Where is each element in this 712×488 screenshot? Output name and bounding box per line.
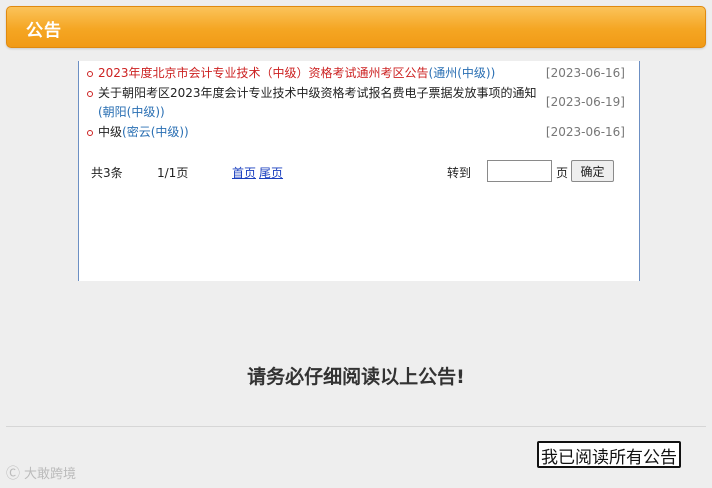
page-unit-label: 页: [556, 166, 569, 180]
bullet-icon: [87, 71, 93, 77]
acknowledge-button[interactable]: 我已阅读所有公告: [537, 441, 681, 468]
watermark-text: 大敢跨境: [24, 467, 77, 482]
notice-title[interactable]: 关于朝阳考区2023年度会计专业技术中级资格考试报名费电子票据发放事项的通知: [98, 86, 537, 100]
header-title: 公告: [26, 21, 62, 41]
bullet-icon: [87, 91, 93, 97]
goto-confirm-button[interactable]: 确定: [571, 160, 614, 182]
total-count: 共3条: [91, 166, 123, 180]
notice-title[interactable]: 中级: [98, 125, 122, 139]
notice-date: [2023-06-19]: [545, 95, 625, 109]
pagination: 共3条 1/1页 首页 尾页 转到 页 确定: [91, 160, 631, 184]
first-page-link[interactable]: 首页: [232, 164, 256, 181]
page-indicator: 1/1页: [157, 166, 189, 180]
divider: [6, 426, 706, 427]
notice-tag[interactable]: (朝阳(中级)): [98, 105, 165, 119]
notice-date: [2023-06-16]: [545, 125, 625, 139]
notice-panel: 2023年度北京市会计专业技术（中级）资格考试通州考区公告(通州(中级)) [2…: [78, 61, 640, 281]
watermark: Ⓒ 大敢跨境: [6, 463, 76, 483]
notice-title[interactable]: 2023年度北京市会计专业技术（中级）资格考试通州考区公告: [98, 66, 429, 80]
notice-date: [2023-06-16]: [545, 66, 625, 80]
notice-item[interactable]: 中级(密云(中级)) [2023-06-16]: [85, 123, 635, 142]
announcement-header: 公告: [6, 6, 706, 48]
goto-page-input[interactable]: [487, 160, 552, 182]
watermark-logo-icon: Ⓒ: [6, 466, 20, 482]
last-page-link[interactable]: 尾页: [259, 164, 283, 181]
notice-tag[interactable]: (通州(中级)): [429, 66, 496, 80]
notice-link[interactable]: 中级(密云(中级)): [98, 123, 189, 142]
bullet-icon: [87, 130, 93, 136]
read-reminder: 请务必仔细阅读以上公告!: [247, 366, 465, 388]
notice-link[interactable]: 2023年度北京市会计专业技术（中级）资格考试通州考区公告(通州(中级)): [98, 64, 495, 83]
notice-link[interactable]: 关于朝阳考区2023年度会计专业技术中级资格考试报名费电子票据发放事项的通知 (朝…: [98, 84, 538, 122]
notice-tag[interactable]: (密云(中级)): [122, 125, 189, 139]
notice-item[interactable]: 2023年度北京市会计专业技术（中级）资格考试通州考区公告(通州(中级)) [2…: [85, 64, 635, 83]
notice-item[interactable]: 关于朝阳考区2023年度会计专业技术中级资格考试报名费电子票据发放事项的通知 (朝…: [85, 84, 635, 122]
goto-label: 转到: [447, 166, 472, 180]
